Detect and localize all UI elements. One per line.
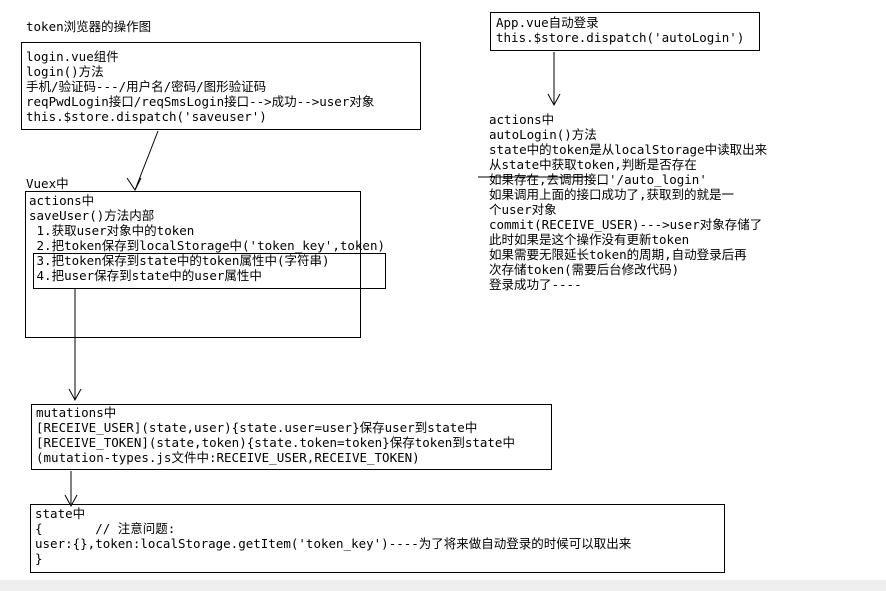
arrow-login-to-vuex xyxy=(134,130,159,191)
connector-arrows xyxy=(64,52,590,508)
bottom-strip xyxy=(0,580,886,591)
